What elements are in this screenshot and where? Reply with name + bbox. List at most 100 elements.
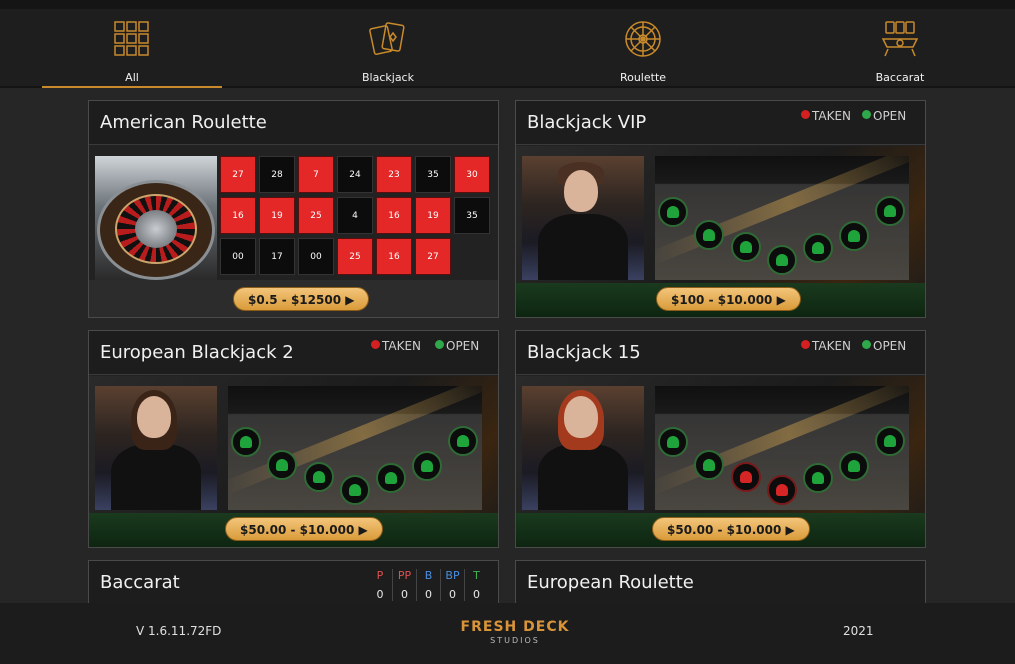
open-legend: OPEN xyxy=(862,109,906,123)
seat-5[interactable] xyxy=(376,463,406,493)
seat-3[interactable] xyxy=(731,462,761,492)
open-seat-icon xyxy=(862,340,871,349)
open-label: OPEN xyxy=(873,339,907,353)
seat-2[interactable] xyxy=(267,450,297,480)
seat-1[interactable] xyxy=(658,427,688,457)
seat-3[interactable] xyxy=(304,462,334,492)
game-card-baccarat[interactable]: Baccarat P 0 PP 0 B 0 BP 0 T 0 xyxy=(88,560,499,603)
card-header: Baccarat P 0 PP 0 B 0 BP 0 T 0 xyxy=(89,561,498,603)
game-card-blackjack-15[interactable]: Blackjack 15 TAKEN OPEN $50.00 - $10.000… xyxy=(515,330,926,548)
nav-tab-blackjack[interactable]: Blackjack xyxy=(298,9,478,88)
roulette-result-cell: 16 xyxy=(376,238,412,275)
roulette-result-cell: 23 xyxy=(376,156,412,193)
card-preview: $100 - $10.000 ▶ xyxy=(516,146,925,317)
seat-6[interactable] xyxy=(412,451,442,481)
roulette-history-grid: 27 28 7 24 23 35 30 16 19 25 4 16 19 35 00 17 00 25 16 27 xyxy=(220,156,493,280)
open-seat-icon xyxy=(862,110,871,119)
taken-label: TAKEN xyxy=(812,109,852,123)
seat-1[interactable] xyxy=(231,427,261,457)
roulette-result-cell: 25 xyxy=(337,238,373,275)
taken-seat-icon xyxy=(801,110,810,119)
cards-icon xyxy=(369,22,405,55)
version-label: V 1.6.11.72FD xyxy=(136,624,222,638)
card-header: Blackjack VIP TAKEN OPEN xyxy=(516,101,925,145)
app: All Blackjack Roulette Baccarat American… xyxy=(0,0,1015,664)
bet-range-button[interactable]: $0.5 - $12500 ▶ xyxy=(233,287,370,311)
seat-4[interactable] xyxy=(767,245,797,275)
card-title: Baccarat xyxy=(100,572,180,593)
open-legend: OPEN xyxy=(435,339,479,353)
nav-label-roulette: Roulette xyxy=(619,71,667,84)
roulette-result-cell: 25 xyxy=(298,197,334,234)
seat-5[interactable] xyxy=(803,233,833,263)
bet-range-button[interactable]: $50.00 - $10.000 ▶ xyxy=(652,517,810,541)
roulette-result-cell: 7 xyxy=(298,156,334,193)
open-seat-icon xyxy=(435,340,444,349)
seat-4[interactable] xyxy=(767,475,797,505)
card-title: European Blackjack 2 xyxy=(100,342,294,363)
roulette-result-cell: 28 xyxy=(259,156,295,193)
bet-range-button[interactable]: $100 - $10.000 ▶ xyxy=(656,287,801,311)
baccarat-stat-label: P xyxy=(376,569,384,582)
baccarat-stat: T0 xyxy=(464,569,488,601)
blackjack-table xyxy=(228,386,482,510)
fresh-deck-logo: FRESH DECK STUDIOS xyxy=(458,619,572,645)
seat-6[interactable] xyxy=(839,221,869,251)
baccarat-stat: BP 0 xyxy=(440,569,464,601)
roulette-result-cell: 30 xyxy=(454,156,490,193)
baccarat-stat-value: 0 xyxy=(376,588,384,601)
seat-1[interactable] xyxy=(658,197,688,227)
blackjack-table xyxy=(655,156,909,280)
taken-label: TAKEN xyxy=(382,339,422,353)
baccarat-stat-label: PP xyxy=(397,569,412,582)
category-nav: All Blackjack Roulette Baccarat xyxy=(0,0,1015,88)
seat-2[interactable] xyxy=(694,220,724,250)
roulette-result-cell: 19 xyxy=(259,197,295,234)
blackjack-table xyxy=(655,386,909,510)
card-title: American Roulette xyxy=(100,112,267,133)
nav-label-baccarat: Baccarat xyxy=(875,71,925,84)
baccarat-stat-value: 0 xyxy=(449,588,456,601)
roulette-result-cell: 17 xyxy=(259,238,295,275)
game-card-american-roulette[interactable]: American Roulette 27 28 7 24 23 35 30 16 19 25 4 16… xyxy=(88,100,499,318)
roulette-result-cell: 35 xyxy=(454,197,490,234)
roulette-result-cell: 27 xyxy=(220,156,256,193)
baccarat-stat-value: 0 xyxy=(473,588,480,601)
seat-7[interactable] xyxy=(875,196,905,226)
seat-6[interactable] xyxy=(839,451,869,481)
roulette-result-cell: 19 xyxy=(415,197,451,234)
seat-7[interactable] xyxy=(875,426,905,456)
taken-legend: TAKEN xyxy=(371,339,421,353)
baccarat-stat-label: T xyxy=(473,569,480,582)
seat-7[interactable] xyxy=(448,426,478,456)
card-preview: 27 28 7 24 23 35 30 16 19 25 4 16 19 35 00 17 00 25 16 27 $… xyxy=(89,146,498,317)
roulette-result-cell: 16 xyxy=(220,197,256,234)
game-card-european-blackjack-2[interactable]: European Blackjack 2 TAKEN OPEN $50.00 -… xyxy=(88,330,499,548)
roulette-result-cell: 35 xyxy=(415,156,451,193)
card-title: Blackjack VIP xyxy=(527,112,647,133)
baccarat-stat: B0 xyxy=(416,569,440,601)
open-label: OPEN xyxy=(446,339,480,353)
baccarat-stat-value: 0 xyxy=(401,588,408,601)
roulette-result-cell: 24 xyxy=(337,156,373,193)
game-card-european-roulette[interactable]: European Roulette xyxy=(515,560,926,603)
baccarat-stat: P0 xyxy=(368,569,392,601)
open-legend: OPEN xyxy=(862,339,906,353)
card-header: American Roulette xyxy=(89,101,498,145)
seat-2[interactable] xyxy=(694,450,724,480)
game-card-blackjack-vip[interactable]: Blackjack VIP TAKEN OPEN $100 - $10.000 … xyxy=(515,100,926,318)
card-title: European Roulette xyxy=(527,572,694,593)
roulette-result-cell: 16 xyxy=(376,197,412,234)
nav-tab-all[interactable]: All xyxy=(42,9,222,88)
card-preview: $50.00 - $10.000 ▶ xyxy=(516,376,925,547)
seat-4[interactable] xyxy=(340,475,370,505)
taken-legend: TAKEN xyxy=(801,109,851,123)
baccarat-stat-label: BP xyxy=(445,569,460,582)
seat-5[interactable] xyxy=(803,463,833,493)
nav-tab-baccarat[interactable]: Baccarat xyxy=(810,9,990,88)
open-label: OPEN xyxy=(873,109,907,123)
seat-3[interactable] xyxy=(731,232,761,262)
nav-tab-roulette[interactable]: Roulette xyxy=(553,9,733,88)
bet-range-button[interactable]: $50.00 - $10.000 ▶ xyxy=(225,517,383,541)
card-title: Blackjack 15 xyxy=(527,342,641,363)
